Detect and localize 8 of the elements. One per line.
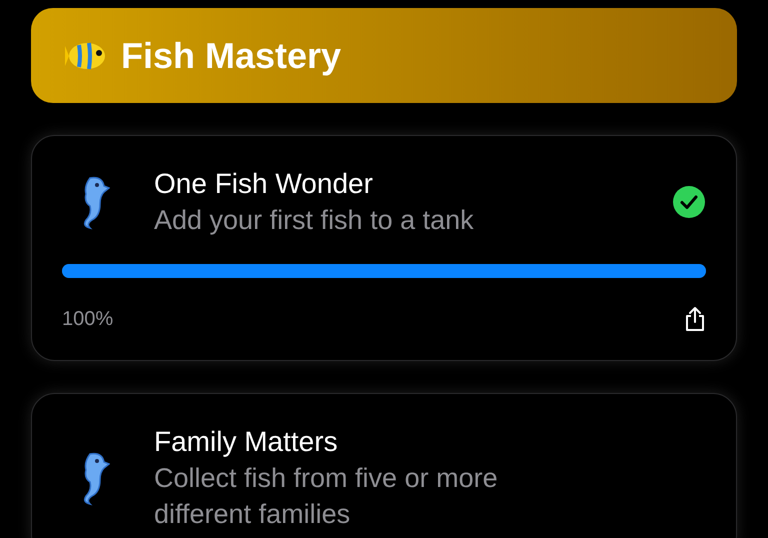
achievement-title: Family Matters — [154, 425, 339, 459]
achievement-description: Add your first fish to a tank — [154, 204, 475, 237]
progress-percent: 100% — [62, 307, 114, 332]
header-title: Fish Mastery — [121, 34, 342, 78]
achievement-title: One Fish Wonder — [154, 167, 374, 201]
achievement-description: Collect fish from five or more different families — [154, 462, 499, 531]
share-icon[interactable] — [684, 306, 706, 332]
checkmark-icon — [672, 185, 706, 219]
